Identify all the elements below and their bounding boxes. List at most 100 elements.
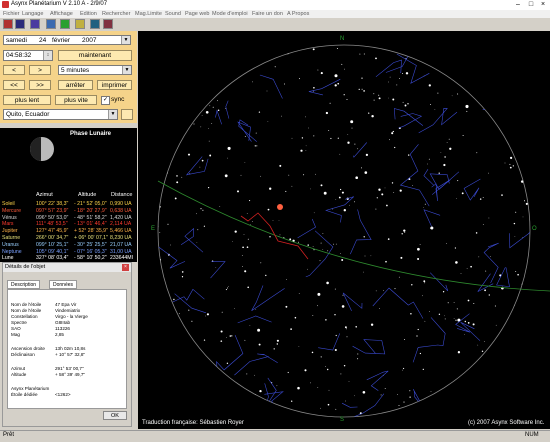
star xyxy=(164,114,166,116)
star xyxy=(509,376,512,379)
ok-button[interactable]: OK xyxy=(103,411,127,420)
star xyxy=(182,66,184,68)
tab-description[interactable]: Description xyxy=(7,280,41,289)
planets-icon[interactable] xyxy=(15,19,25,29)
menu-affichage[interactable]: Affichage xyxy=(50,10,73,18)
star xyxy=(355,326,357,328)
sky-chart[interactable] xyxy=(138,31,550,429)
star xyxy=(525,307,527,309)
now-button[interactable]: maintenant xyxy=(58,50,132,61)
star xyxy=(215,267,217,268)
location-edit-button[interactable] xyxy=(121,109,133,120)
status-bar: Prêt NUM xyxy=(0,430,550,442)
star xyxy=(164,159,166,161)
star xyxy=(304,369,307,372)
star xyxy=(515,271,517,273)
star xyxy=(482,196,484,198)
time-field[interactable]: 04:58:32 ↕ xyxy=(3,50,53,61)
time-spin-icon[interactable]: ↕ xyxy=(43,51,52,60)
step-selector[interactable]: 5 minutes ▼ xyxy=(58,65,132,75)
menu-rechercher[interactable]: Rechercher xyxy=(102,10,130,18)
chevron-down-icon[interactable]: ▼ xyxy=(108,110,117,119)
step-forward-button[interactable]: > xyxy=(29,65,51,75)
star xyxy=(375,208,377,210)
chevron-down-icon[interactable]: ▼ xyxy=(122,66,131,74)
star xyxy=(161,337,163,339)
constellation-icon[interactable] xyxy=(46,19,56,29)
star xyxy=(443,163,446,167)
star xyxy=(346,336,348,338)
star xyxy=(444,315,445,317)
star xyxy=(220,411,222,413)
star xyxy=(375,290,377,292)
star xyxy=(266,90,268,92)
star xyxy=(402,101,404,103)
location-selector[interactable]: Quito, Ecuador ▼ xyxy=(3,109,118,120)
star xyxy=(231,392,234,395)
date-selector[interactable]: samedi 24 février 2007 ▼ xyxy=(3,35,131,45)
star xyxy=(323,191,327,195)
telescope-icon[interactable] xyxy=(30,19,40,29)
star xyxy=(224,45,225,47)
star xyxy=(301,137,304,139)
menu-mode-emploi[interactable]: Mode d'emploi xyxy=(212,10,248,18)
star xyxy=(373,93,375,95)
menu-page-web[interactable]: Page web xyxy=(185,10,209,18)
maximize-button[interactable]: □ xyxy=(525,0,537,9)
star xyxy=(326,281,329,285)
menu-fichier[interactable]: Fichier xyxy=(3,10,20,18)
label-icon[interactable] xyxy=(103,19,113,29)
star xyxy=(312,246,314,247)
star xyxy=(300,149,303,152)
close-icon[interactable]: × xyxy=(122,264,129,271)
menu-faire-don[interactable]: Faire un don xyxy=(252,10,283,18)
star xyxy=(402,73,404,74)
star xyxy=(225,337,227,339)
star xyxy=(214,366,216,368)
step-back-button[interactable]: < xyxy=(3,65,25,75)
star xyxy=(368,112,370,114)
grid-icon[interactable] xyxy=(75,19,85,29)
star xyxy=(520,110,521,112)
star xyxy=(453,318,455,319)
star xyxy=(272,220,274,221)
faster-button[interactable]: plus vite xyxy=(55,95,97,105)
menu-edition[interactable]: Edition xyxy=(80,10,97,18)
close-button[interactable]: × xyxy=(537,0,549,9)
tab-donnees[interactable]: Données xyxy=(49,280,78,289)
minimize-button[interactable]: – xyxy=(512,0,524,9)
star xyxy=(421,295,423,297)
star xyxy=(176,181,179,184)
menu-sound[interactable]: Sound xyxy=(165,10,181,18)
fast-back-button[interactable]: << xyxy=(3,80,25,90)
menu-mag-limite[interactable]: Mag.Limite xyxy=(135,10,162,18)
star xyxy=(243,234,245,235)
star xyxy=(510,338,511,340)
star xyxy=(361,167,362,169)
star xyxy=(319,260,321,262)
star xyxy=(473,374,476,377)
star xyxy=(516,341,518,343)
star xyxy=(446,243,448,244)
menu-a-propos[interactable]: A Propos xyxy=(287,10,309,18)
star xyxy=(284,83,285,85)
star xyxy=(417,247,420,251)
star xyxy=(359,53,361,55)
slower-button[interactable]: plus lent xyxy=(3,95,51,105)
sound-icon[interactable] xyxy=(60,19,70,29)
stop-button[interactable]: arrêter xyxy=(58,80,93,90)
horizon-icon[interactable] xyxy=(90,19,100,29)
star xyxy=(335,408,337,410)
menu-langage[interactable]: Langage xyxy=(22,10,43,18)
star xyxy=(232,71,235,74)
fast-forward-button[interactable]: >> xyxy=(29,80,51,90)
sky-map[interactable]: N S E O Traduction française: Sébastien … xyxy=(138,31,550,429)
earth-icon[interactable] xyxy=(3,19,13,29)
star xyxy=(464,333,465,335)
star xyxy=(258,401,260,403)
print-button[interactable]: imprimer xyxy=(97,80,132,90)
star xyxy=(451,95,453,97)
chevron-down-icon[interactable]: ▼ xyxy=(121,36,130,44)
sync-checkbox[interactable]: ✓ xyxy=(101,96,110,105)
star xyxy=(472,323,475,326)
